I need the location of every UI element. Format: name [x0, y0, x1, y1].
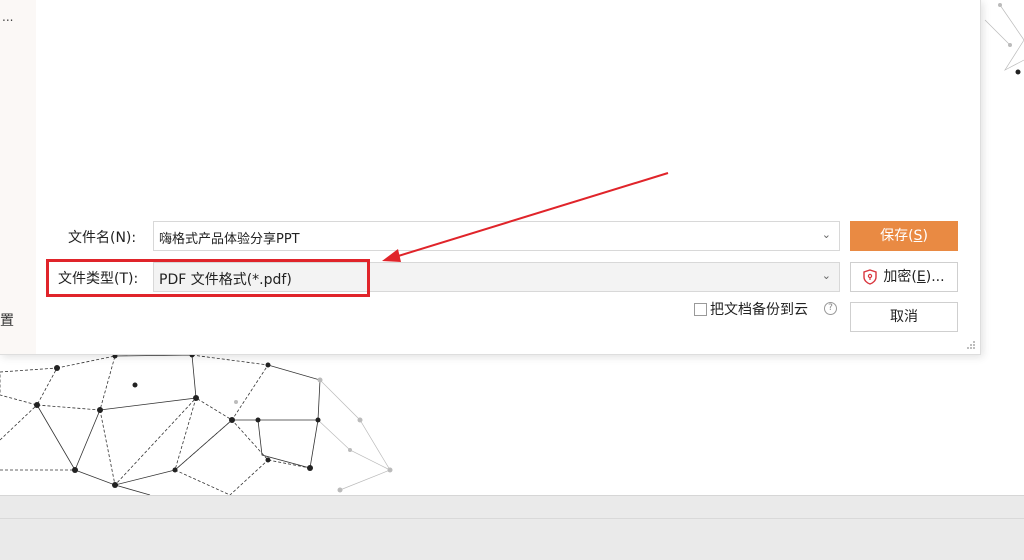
red-arrow-annotation [382, 172, 669, 262]
